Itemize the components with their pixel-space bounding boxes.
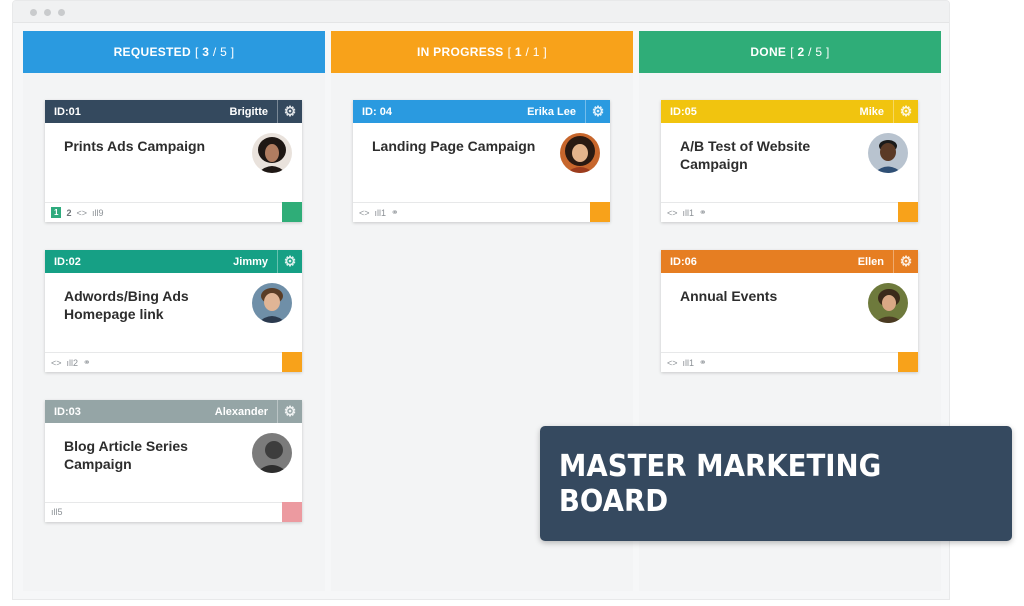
column-count: [ 2 / 5 ] [790,45,830,59]
stats-icon[interactable]: ıll1 [375,208,387,218]
gear-icon[interactable]: ⚙ [893,250,918,273]
column-count: [ 3 / 5 ] [194,45,235,59]
link-icon[interactable]: ⚭ [699,357,707,368]
card-assignee: Erika Lee [527,106,576,118]
card-assignee: Jimmy [233,256,268,268]
gear-icon[interactable]: ⚙ [277,100,302,123]
gear-icon[interactable]: ⚙ [277,400,302,423]
card-id: ID:02 [54,256,81,268]
stats-icon[interactable]: ıll1 [683,208,695,218]
card-footer: <> ıll1 ⚭ [353,202,610,222]
avatar [252,433,292,473]
code-icon[interactable]: <> [76,208,87,218]
card-assignee: Brigitte [229,106,269,118]
column-header-in-progress[interactable]: IN PROGRESS [ 1 / 1 ] [331,31,633,73]
code-icon[interactable]: <> [359,208,370,218]
task-card[interactable]: ID:06 Ellen ⚙ Annual Events <> ıll1 ⚭ [661,250,918,372]
checklist-count: 2 [66,207,72,218]
column-title: IN PROGRESS [416,45,504,59]
card-assignee: Alexander [214,406,268,418]
avatar [252,133,292,173]
avatar [252,283,292,323]
card-id: ID:03 [54,406,81,418]
task-card[interactable]: ID:02 Jimmy ⚙ Adwords/Bing Ads Homepage … [45,250,302,372]
card-footer: ıll5 [45,502,302,522]
card-title: Prints Ads Campaign [64,138,206,154]
task-card[interactable]: ID:01 Brigitte ⚙ Prints Ads Campaign 1 2… [45,100,302,222]
status-color-swatch[interactable] [898,352,918,372]
stats-icon[interactable]: ıll5 [51,507,63,517]
stats-icon[interactable]: ıll2 [67,358,79,368]
stats-icon[interactable]: ıll1 [683,358,695,368]
avatar [868,133,908,173]
board-title: MASTER MARKETING BOARD [558,448,882,519]
window-close-dot[interactable] [30,9,37,16]
card-title: Adwords/Bing Ads Homepage link [64,288,189,322]
card-header: ID:06 Ellen ⚙ [661,250,918,273]
avatar [560,133,600,173]
stats-icon[interactable]: ıll9 [92,208,104,218]
card-header: ID:03 Alexander ⚙ [45,400,302,423]
card-title: A/B Test of Website Campaign [680,138,811,172]
window-minimize-dot[interactable] [44,9,51,16]
status-color-swatch[interactable] [282,502,302,522]
link-icon[interactable]: ⚭ [391,207,399,218]
gear-icon[interactable]: ⚙ [585,100,610,123]
card-footer: <> ıll1 ⚭ [661,352,918,372]
column-header-requested[interactable]: REQUESTED [ 3 / 5 ] [23,31,325,73]
column-title: REQUESTED [113,45,191,59]
avatar [868,283,908,323]
status-color-swatch[interactable] [590,202,610,222]
window-titlebar [13,1,949,23]
card-header: ID:05 Mike ⚙ [661,100,918,123]
card-id: ID: 04 [362,106,392,118]
card-title: Annual Events [680,288,778,304]
card-header: ID: 04 Erika Lee ⚙ [353,100,610,123]
gear-icon[interactable]: ⚙ [893,100,918,123]
task-card[interactable]: ID:05 Mike ⚙ A/B Test of Website Campaig… [661,100,918,222]
code-icon[interactable]: <> [667,358,678,368]
status-color-swatch[interactable] [282,352,302,372]
board-title-banner: MASTER MARKETING BOARD [540,426,1012,541]
code-icon[interactable]: <> [667,208,678,218]
card-id: ID:01 [54,106,81,118]
window-maximize-dot[interactable] [58,9,65,16]
card-header: ID:02 Jimmy ⚙ [45,250,302,273]
card-assignee: Mike [859,106,884,118]
card-id: ID:05 [670,106,697,118]
card-assignee: Ellen [857,256,884,268]
code-icon[interactable]: <> [51,358,62,368]
card-header: ID:01 Brigitte ⚙ [45,100,302,123]
checklist-badge[interactable]: 1 [51,207,62,218]
link-icon[interactable]: ⚭ [699,207,707,218]
status-color-swatch[interactable] [898,202,918,222]
gear-icon[interactable]: ⚙ [277,250,302,273]
task-card[interactable]: ID: 04 Erika Lee ⚙ Landing Page Campaign… [353,100,610,222]
status-color-swatch[interactable] [282,202,302,222]
column-title: DONE [750,45,787,59]
task-card[interactable]: ID:03 Alexander ⚙ Blog Article Series Ca… [45,400,302,522]
card-id: ID:06 [670,256,697,268]
card-title: Landing Page Campaign [372,138,536,154]
card-footer: <> ıll2 ⚭ [45,352,302,372]
card-footer: <> ıll1 ⚭ [661,202,918,222]
column-count: [ 1 / 1 ] [507,45,548,59]
link-icon[interactable]: ⚭ [83,357,91,368]
card-footer: 1 2 <> ıll9 [45,202,302,222]
column-header-done[interactable]: DONE [ 2 / 5 ] [639,31,941,73]
card-title: Blog Article Series Campaign [64,438,188,472]
